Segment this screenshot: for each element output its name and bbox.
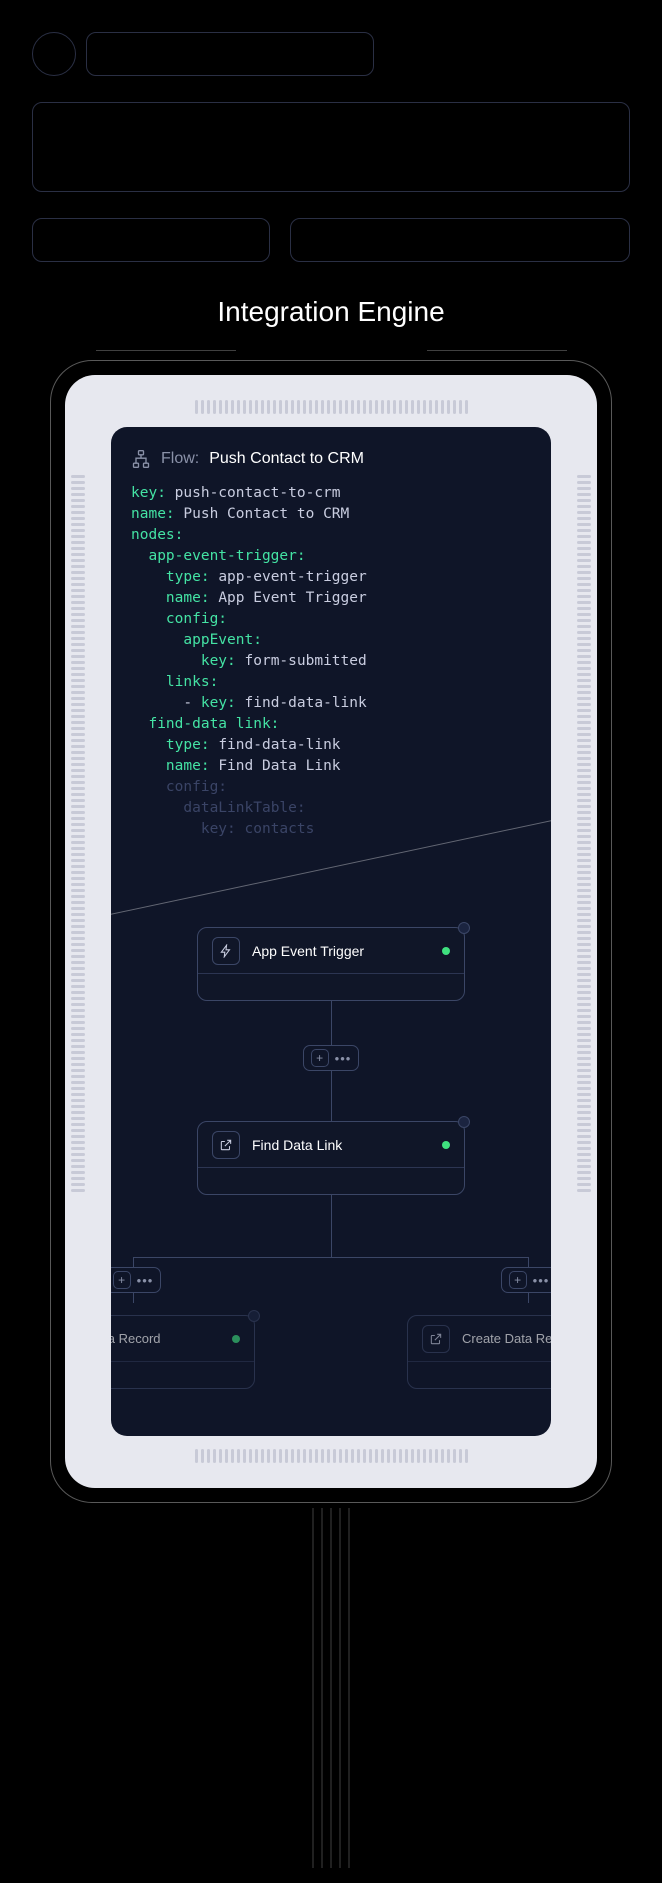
flow-yaml: key: push-contact-to-crm name: Push Cont… — [111, 479, 551, 880]
connector — [331, 1195, 332, 1257]
node-label: Find Data Link — [252, 1137, 430, 1153]
plus-icon: + — [509, 1271, 527, 1289]
node-label: Create Data Record — [462, 1331, 551, 1346]
skeleton-title — [86, 32, 374, 76]
branch-connector — [133, 1257, 529, 1258]
decorative-wires-bottom — [313, 1508, 350, 1868]
skeleton-avatar — [32, 32, 76, 76]
speaker-grille-bottom — [85, 1448, 577, 1464]
flow-icon — [131, 449, 151, 469]
skeleton-body — [32, 102, 630, 192]
more-icon: ••• — [137, 1273, 154, 1288]
node-port[interactable] — [248, 1310, 260, 1322]
node-update-data-record[interactable]: Update Data Record — [111, 1315, 255, 1389]
status-dot — [442, 947, 450, 955]
node-app-event-trigger[interactable]: App Event Trigger — [197, 927, 465, 1001]
plus-icon: + — [311, 1049, 329, 1067]
more-icon: ••• — [533, 1273, 550, 1288]
plus-icon: + — [113, 1271, 131, 1289]
external-link-icon — [422, 1325, 450, 1353]
add-node-button[interactable]: + ••• — [111, 1267, 161, 1293]
flow-header: Flow: Push Contact to CRM — [111, 427, 551, 479]
flow-canvas[interactable]: App Event Trigger + ••• — [111, 927, 551, 1436]
connector — [331, 1071, 332, 1121]
node-find-data-link[interactable]: Find Data Link — [197, 1121, 465, 1195]
node-label: App Event Trigger — [252, 943, 430, 959]
flow-header-name: Push Contact to CRM — [209, 450, 364, 468]
speaker-grille-right — [575, 475, 593, 1388]
speaker-grille-left — [69, 475, 87, 1388]
flow-header-prefix: Flow: — [161, 450, 199, 468]
status-dot — [232, 1335, 240, 1343]
more-icon: ••• — [335, 1051, 352, 1066]
skeleton-button-1 — [32, 218, 270, 262]
section-title: Integration Engine — [0, 296, 662, 328]
speaker-grille-top — [85, 399, 577, 415]
node-port[interactable] — [458, 1116, 470, 1128]
integration-engine-screen: Flow: Push Contact to CRM key: push-cont… — [111, 427, 551, 1436]
skeleton-button-2 — [290, 218, 630, 262]
device-body: Flow: Push Contact to CRM key: push-cont… — [65, 375, 597, 1488]
decorative-lines-top — [0, 340, 662, 360]
status-dot — [442, 1141, 450, 1149]
add-node-button[interactable]: + ••• — [303, 1045, 359, 1071]
device-frame: Flow: Push Contact to CRM key: push-cont… — [50, 360, 612, 1503]
node-port[interactable] — [458, 922, 470, 934]
node-label: Update Data Record — [111, 1331, 220, 1346]
add-node-button[interactable]: + ••• — [501, 1267, 551, 1293]
external-link-icon — [212, 1131, 240, 1159]
node-create-data-record[interactable]: Create Data Record — [407, 1315, 551, 1389]
lightning-icon — [212, 937, 240, 965]
